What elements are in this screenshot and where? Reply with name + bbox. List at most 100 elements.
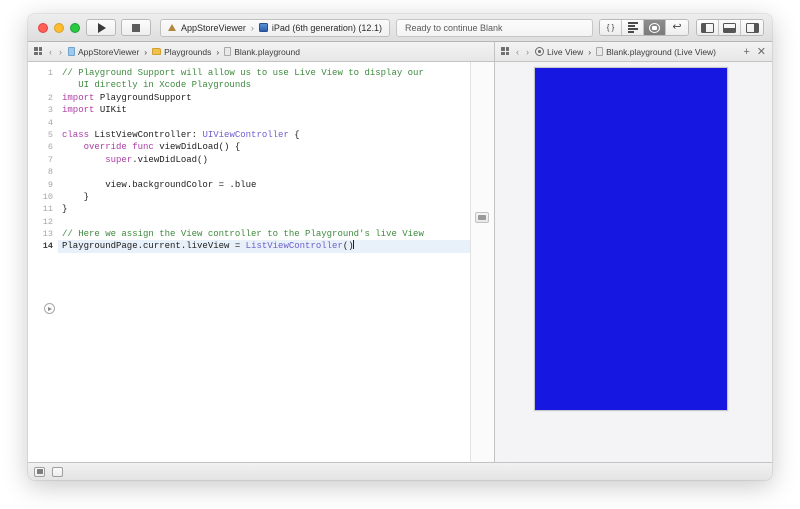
scheme-name: AppStoreViewer — [181, 22, 246, 33]
breadcrumb-item-live-file[interactable]: Blank.playground (Live View) — [596, 47, 716, 57]
code-token: { — [288, 129, 300, 140]
breadcrumb-item-live-view[interactable]: Live View — [535, 47, 583, 57]
code-token: // Here we assign the View controller to… — [62, 229, 424, 240]
code-token: view.backgroundColor = .blue — [62, 179, 257, 190]
toggle-debug-area-button[interactable] — [719, 20, 741, 35]
add-editor-button[interactable]: + — [743, 46, 749, 58]
folder-icon — [152, 48, 162, 55]
code-text[interactable]: // Playground Support will allow us to u… — [58, 62, 494, 462]
breadcrumb-item-project[interactable]: AppStoreViewer — [68, 47, 139, 57]
live-view-canvas — [495, 62, 772, 462]
live-view-jump-bar: ‹ › Live View › Blank.playground (Live V… — [495, 42, 772, 62]
code-line[interactable]: // Here we assign the View controller to… — [58, 228, 494, 240]
code-line[interactable]: override func viewDidLoad() { — [58, 141, 494, 153]
xcode-window: AppStoreViewer › iPad (6th generation) (… — [28, 14, 772, 480]
breadcrumb-item-file[interactable]: Blank.playground — [224, 47, 300, 57]
status-text: Ready to continue Blank — [404, 22, 503, 33]
stop-button[interactable] — [121, 19, 151, 36]
navigate-forward-button[interactable]: › — [58, 47, 63, 57]
line-number: 7 — [47, 154, 53, 165]
device-icon — [258, 23, 268, 32]
code-line[interactable]: import UIKit — [58, 104, 494, 116]
code-token: class — [62, 129, 95, 140]
breadcrumb-label: Live View — [547, 46, 584, 57]
toggle-inspector-button[interactable] — [741, 20, 763, 35]
minimize-window-button[interactable] — [54, 22, 64, 33]
code-token: UIKit — [99, 105, 127, 116]
code-token: ListViewController — [94, 129, 192, 140]
window-body: ‹ › AppStoreViewer › Playgrounds › Blank… — [28, 42, 772, 462]
line-number: 2 — [47, 92, 53, 103]
simulated-device-view — [534, 67, 728, 411]
related-items-icon[interactable] — [501, 47, 510, 56]
view-toggle-segmented-control — [696, 19, 764, 36]
navigate-back-button[interactable]: ‹ — [48, 47, 53, 57]
toggle-panel-button[interactable] — [52, 466, 63, 477]
line-number: 1 — [47, 68, 53, 78]
breadcrumb-item-folder[interactable]: Playgrounds — [152, 47, 211, 57]
execute-playground-button[interactable] — [44, 303, 55, 314]
toggle-navigator-button[interactable] — [697, 20, 719, 35]
navigator-panel-icon — [701, 22, 714, 33]
code-line[interactable]: } — [58, 203, 494, 215]
line-number: 8 — [47, 167, 53, 178]
related-items-icon[interactable] — [34, 47, 43, 56]
line-number-gutter: 1 2 3 4 5 6 7 8 9 10 11 12 13 14 — [28, 62, 58, 462]
line-number: 14 — [42, 241, 53, 252]
code-line[interactable] — [58, 216, 494, 228]
zoom-window-button[interactable] — [70, 22, 80, 33]
stop-icon — [132, 23, 140, 32]
close-window-button[interactable] — [38, 22, 48, 33]
code-line[interactable]: } — [58, 191, 494, 203]
window-bottom-bar — [28, 462, 772, 480]
code-token: } — [62, 191, 90, 202]
assistant-editor-button[interactable] — [644, 20, 666, 35]
close-editor-button[interactable]: ✕ — [757, 45, 766, 58]
code-token: import — [62, 92, 100, 103]
code-token: UI directly in Xcode Playgrounds — [62, 80, 252, 91]
code-line[interactable]: PlaygroundPage.current.liveView = ListVi… — [58, 240, 494, 253]
code-token: viewDidLoad() { — [159, 142, 241, 153]
code-line[interactable]: // Playground Support will allow us to u… — [58, 67, 494, 79]
live-view-jump-bar-actions: + ✕ — [743, 45, 766, 59]
scheme-destination-control[interactable]: AppStoreViewer › iPad (6th generation) (… — [160, 18, 390, 37]
playground-icon — [596, 47, 604, 56]
line-number: 10 — [42, 191, 53, 202]
version-editor-button[interactable]: ↩ — [666, 20, 688, 35]
version-editor-icon: ↩ — [672, 21, 682, 33]
standard-editor-icon — [627, 22, 638, 33]
code-line[interactable]: view.backgroundColor = .blue — [58, 179, 494, 191]
run-button[interactable] — [86, 19, 116, 36]
source-editor[interactable]: 1 2 3 4 5 6 7 8 9 10 11 12 13 14 // Playground Suppor… — [28, 62, 494, 462]
breadcrumb-separator: › — [144, 46, 148, 57]
code-line[interactable] — [58, 117, 494, 129]
activity-status-bar: Ready to continue Blank — [395, 18, 593, 37]
breadcrumb-label: Blank.playground (Live View) — [606, 46, 717, 57]
live-view-pane: ‹ › Live View › Blank.playground (Live V… — [495, 42, 772, 462]
code-braces-button[interactable]: { } — [600, 20, 622, 35]
project-icon — [68, 47, 75, 56]
code-line[interactable]: UI directly in Xcode Playgrounds — [58, 79, 494, 91]
code-line[interactable]: super.viewDidLoad() — [58, 154, 494, 166]
scheme-icon — [168, 23, 177, 32]
breadcrumb-label: AppStoreViewer — [78, 46, 140, 57]
filter-navigator-button[interactable] — [34, 466, 45, 477]
editor-mode-segmented-control: { } ↩ — [599, 19, 689, 36]
navigate-forward-button[interactable]: › — [525, 47, 530, 57]
code-line[interactable]: import PlaygroundSupport — [58, 92, 494, 104]
result-value-chip[interactable] — [475, 212, 489, 223]
code-token: ListViewController — [245, 241, 343, 252]
code-line[interactable]: class ListViewController: UIViewControll… — [58, 129, 494, 141]
code-token: UIViewController — [202, 129, 289, 140]
traffic-lights — [34, 22, 86, 33]
navigate-back-button[interactable]: ‹ — [515, 47, 520, 57]
code-line[interactable] — [58, 166, 494, 178]
line-number — [28, 79, 58, 91]
standard-editor-button[interactable] — [622, 20, 644, 35]
debug-panel-icon — [723, 22, 736, 33]
inspector-panel-icon — [745, 22, 759, 33]
line-number: 12 — [42, 216, 53, 227]
destination-name: iPad (6th generation) (12.1) — [271, 22, 382, 33]
text-cursor — [352, 240, 354, 250]
